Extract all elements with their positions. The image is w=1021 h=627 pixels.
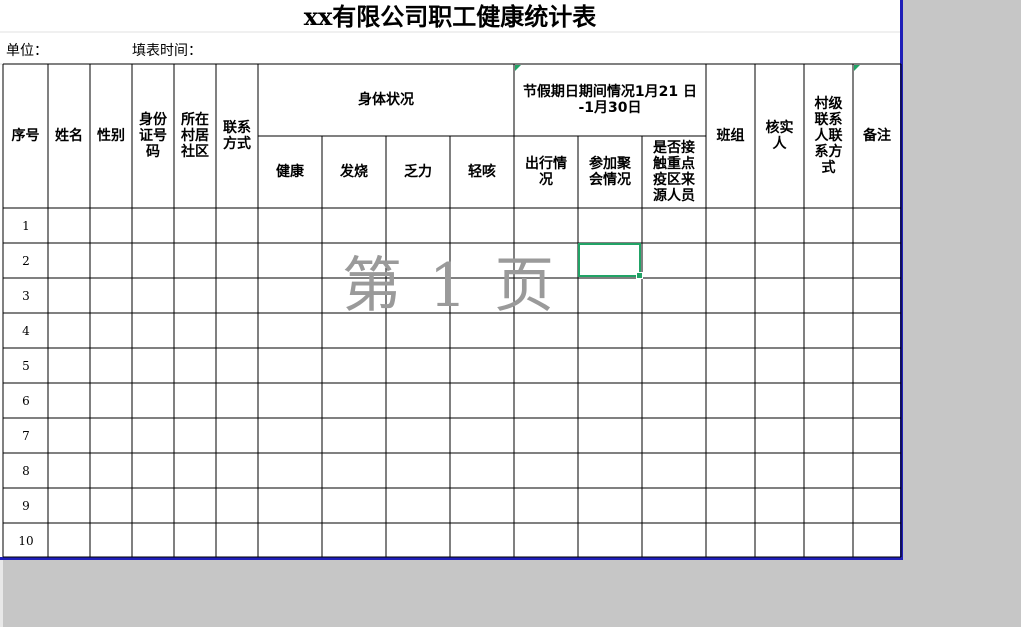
row-number[interactable]: 2 bbox=[3, 254, 49, 268]
header-healthy[interactable]: 健康 bbox=[258, 136, 322, 208]
header-community[interactable]: 所在 村居 社区 bbox=[174, 64, 216, 208]
header-fatigue[interactable]: 乏力 bbox=[386, 136, 450, 208]
row-number[interactable]: 5 bbox=[3, 359, 49, 373]
row-number[interactable]: 8 bbox=[3, 464, 49, 478]
header-health-group[interactable]: 身体状况 bbox=[258, 64, 514, 136]
selected-cell[interactable] bbox=[578, 243, 643, 279]
header-team[interactable]: 班组 bbox=[706, 64, 755, 208]
row-number[interactable]: 4 bbox=[3, 324, 49, 338]
header-fever[interactable]: 发烧 bbox=[322, 136, 386, 208]
header-verifier[interactable]: 核实 人 bbox=[755, 64, 804, 208]
header-id-number[interactable]: 身份 证号 码 bbox=[132, 64, 174, 208]
row-number[interactable]: 3 bbox=[3, 289, 49, 303]
page-watermark: 第 1 页 bbox=[341, 251, 559, 321]
header-contact-epidemic[interactable]: 是否接 触重点 疫区来 源人员 bbox=[642, 136, 706, 208]
header-name[interactable]: 姓名 bbox=[48, 64, 90, 208]
header-holiday-group[interactable]: 节假期日期间情况1月21 日 -1月30日 bbox=[514, 64, 706, 136]
row-number[interactable]: 1 bbox=[3, 219, 49, 233]
header-remarks[interactable]: 备注 bbox=[853, 64, 901, 208]
comment-indicator bbox=[854, 65, 860, 71]
header-gender[interactable]: 性别 bbox=[90, 64, 132, 208]
row-number[interactable]: 6 bbox=[3, 394, 49, 408]
header-seq[interactable]: 序号 bbox=[3, 64, 48, 208]
fill-handle[interactable] bbox=[636, 272, 643, 279]
header-travel[interactable]: 出行情 况 bbox=[514, 136, 578, 208]
header-contact[interactable]: 联系 方式 bbox=[216, 64, 258, 208]
header-gathering[interactable]: 参加聚 会情况 bbox=[578, 136, 642, 208]
row-number[interactable]: 7 bbox=[3, 429, 49, 443]
header-village-contact[interactable]: 村级 联系 人联 系方 式 bbox=[804, 64, 853, 208]
comment-indicator bbox=[515, 65, 521, 71]
row-number[interactable]: 9 bbox=[3, 499, 49, 513]
header-cough[interactable]: 轻咳 bbox=[450, 136, 514, 208]
row-number[interactable]: 10 bbox=[3, 534, 49, 548]
